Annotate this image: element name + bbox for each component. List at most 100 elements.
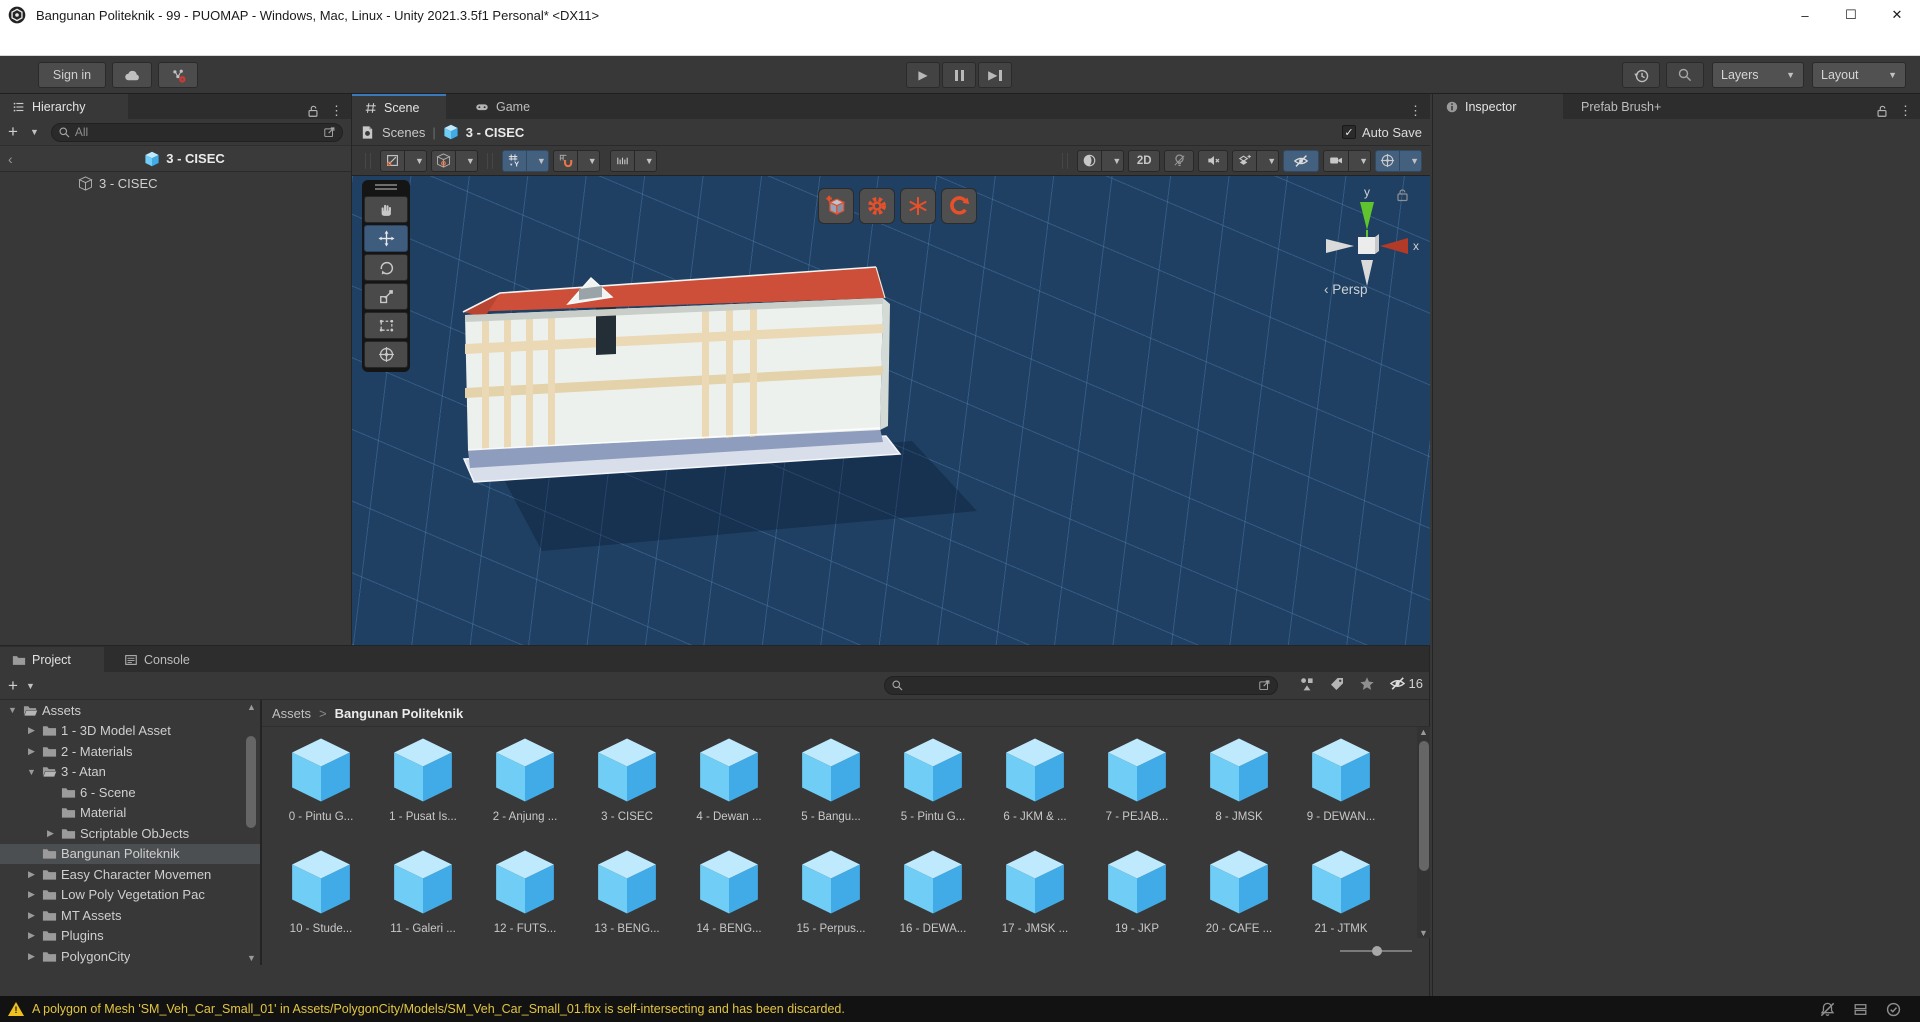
back-arrow-icon[interactable]: ‹ xyxy=(8,151,26,167)
tree-expand-arrow[interactable]: ▼ xyxy=(25,767,38,777)
project-tree-item[interactable]: ▼ Assets xyxy=(0,700,260,721)
project-tree-item[interactable]: ▶ PolygonCity xyxy=(0,946,260,965)
scrollbar-thumb[interactable] xyxy=(246,736,256,828)
layers-dropdown[interactable]: Layers ▼ xyxy=(1712,62,1804,88)
tool-handle-rotation-dropdown[interactable]: ▼ xyxy=(455,149,478,172)
asset-item[interactable]: 16 - DEWA... xyxy=(882,845,984,957)
asset-item[interactable]: 21 - JTMK xyxy=(1290,845,1392,957)
transform-tool-button[interactable] xyxy=(364,341,408,368)
scroll-up-icon[interactable]: ▲ xyxy=(245,702,258,712)
project-tree-item[interactable]: ▶ 2 - Materials xyxy=(0,741,260,762)
scene-audio-button[interactable] xyxy=(1198,149,1229,172)
tree-expand-arrow[interactable]: ▶ xyxy=(25,910,38,921)
filter-by-label-icon[interactable] xyxy=(1329,676,1345,692)
tab-game[interactable]: Game xyxy=(462,94,542,119)
brush-rotate-button[interactable] xyxy=(941,188,977,224)
project-tree-item[interactable]: ▶ Plugins xyxy=(0,926,260,947)
lock-icon[interactable] xyxy=(306,104,320,118)
asset-item[interactable]: 20 - CAFE ... xyxy=(1188,845,1290,957)
brush-scatter-button[interactable] xyxy=(900,188,936,224)
camera-settings-button[interactable] xyxy=(1323,149,1350,172)
cloud-button[interactable] xyxy=(112,62,152,88)
gizmos-button[interactable] xyxy=(1375,149,1401,172)
asset-item[interactable]: 9 - DEWAN... xyxy=(1290,733,1392,845)
scroll-down-icon[interactable]: ▼ xyxy=(1417,928,1430,938)
cache-stack-icon[interactable] xyxy=(1852,1001,1869,1018)
asset-item[interactable]: 13 - BENG... xyxy=(576,845,678,957)
menu-item[interactable] xyxy=(192,30,218,56)
lock-icon[interactable] xyxy=(1875,104,1889,118)
collab-services-button[interactable] xyxy=(158,62,198,88)
kebab-menu-icon[interactable]: ⋮ xyxy=(330,103,343,119)
project-tree-item[interactable]: ▶ 1 - 3D Model Asset xyxy=(0,721,260,742)
grid-snap-button[interactable] xyxy=(501,149,527,172)
asset-item[interactable]: 19 - JKP xyxy=(1086,845,1188,957)
filter-by-type-icon[interactable] xyxy=(1299,676,1315,692)
undo-history-button[interactable] xyxy=(1622,62,1660,88)
menu-item[interactable] xyxy=(166,30,192,56)
asset-item[interactable]: 15 - Perpus... xyxy=(780,845,882,957)
tab-console[interactable]: Console xyxy=(112,647,202,672)
asset-item[interactable]: 7 - PEJAB... xyxy=(1086,733,1188,845)
sign-in-button[interactable]: Sign in xyxy=(38,62,106,88)
step-button[interactable]: ▶ xyxy=(978,62,1012,88)
rect-tool-button[interactable] xyxy=(364,312,408,339)
tree-scrollbar[interactable]: ▲ ▼ xyxy=(245,702,258,963)
asset-item[interactable]: 1 - Pusat Is... xyxy=(372,733,474,845)
project-tree-item[interactable]: 6 - Scene xyxy=(0,782,260,803)
project-tree-item[interactable]: ▶ Easy Character Movemen xyxy=(0,864,260,885)
menu-item[interactable] xyxy=(140,30,166,56)
layout-dropdown[interactable]: Layout ▼ xyxy=(1812,62,1906,88)
progress-check-icon[interactable] xyxy=(1885,1001,1902,1018)
prefab-root-name[interactable]: 3 - CISEC xyxy=(166,151,225,166)
tree-expand-arrow[interactable]: ▶ xyxy=(25,889,38,900)
brush-add-prefab-button[interactable] xyxy=(818,188,854,224)
add-object-button[interactable]: + xyxy=(8,122,18,142)
increment-snap-dropdown[interactable]: ▼ xyxy=(634,149,657,172)
asset-item[interactable]: 8 - JMSK xyxy=(1188,733,1290,845)
perspective-toggle[interactable]: ‹ Persp xyxy=(1324,282,1368,297)
draw-mode-dropdown[interactable]: ▼ xyxy=(1102,149,1125,172)
hierarchy-search-input[interactable]: All xyxy=(50,122,343,142)
tree-expand-arrow[interactable]: ▶ xyxy=(44,828,57,839)
chevron-down-icon[interactable]: ▼ xyxy=(26,681,35,691)
tool-handle-rotation-button[interactable] xyxy=(430,149,456,172)
asset-item[interactable]: 10 - Stude... xyxy=(270,845,372,957)
picker-icon[interactable] xyxy=(1258,679,1271,692)
close-button[interactable]: ✕ xyxy=(1874,0,1920,30)
scroll-down-icon[interactable]: ▼ xyxy=(245,953,258,963)
tree-expand-arrow[interactable]: ▶ xyxy=(25,746,38,757)
camera-settings-dropdown[interactable]: ▼ xyxy=(1349,149,1372,172)
tree-expand-arrow[interactable]: ▶ xyxy=(25,951,38,962)
tree-expand-arrow[interactable]: ▼ xyxy=(6,705,19,715)
project-tree-item[interactable]: ▶ Low Poly Vegetation Pac xyxy=(0,885,260,906)
project-search-input[interactable] xyxy=(884,676,1278,695)
rotate-tool-button[interactable] xyxy=(364,254,408,281)
move-tool-button[interactable] xyxy=(364,225,408,252)
scene-visibility-button[interactable] xyxy=(1283,149,1320,172)
play-button[interactable]: ▶ xyxy=(906,62,940,88)
grid-scrollbar[interactable]: ▲ ▼ xyxy=(1417,727,1430,938)
asset-item[interactable]: 2 - Anjung ... xyxy=(474,733,576,845)
project-tree-item[interactable]: ▶ MT Assets xyxy=(0,905,260,926)
asset-item[interactable]: 5 - Bangu... xyxy=(780,733,882,845)
search-everything-button[interactable] xyxy=(1666,62,1704,88)
draw-mode-button[interactable] xyxy=(1077,149,1103,172)
scene-viewport[interactable]: y x ‹ Persp xyxy=(352,176,1430,645)
auto-save-checkbox[interactable]: ✓ xyxy=(1342,125,1356,139)
asset-item[interactable]: 12 - FUTS... xyxy=(474,845,576,957)
effects-button[interactable] xyxy=(1232,149,1258,172)
minimize-button[interactable]: – xyxy=(1782,0,1828,30)
snap-increment-dropdown[interactable]: ▼ xyxy=(577,149,600,172)
asset-item[interactable]: 11 - Galeri ... xyxy=(372,845,474,957)
effects-dropdown[interactable]: ▼ xyxy=(1257,149,1280,172)
scrollbar-thumb[interactable] xyxy=(1418,741,1429,871)
project-tree-item[interactable]: ▼ 3 - Atan xyxy=(0,762,260,783)
gizmos-dropdown[interactable]: ▼ xyxy=(1400,149,1422,172)
thumbnail-zoom-slider[interactable] xyxy=(1340,945,1412,957)
kebab-menu-icon[interactable]: ⋮ xyxy=(1899,103,1912,119)
asset-item[interactable]: 4 - Dewan ... xyxy=(678,733,780,845)
chevron-down-icon[interactable]: ▼ xyxy=(30,127,39,137)
grid-snap-dropdown[interactable]: ▼ xyxy=(526,149,549,172)
scene-lighting-button[interactable] xyxy=(1164,149,1195,172)
